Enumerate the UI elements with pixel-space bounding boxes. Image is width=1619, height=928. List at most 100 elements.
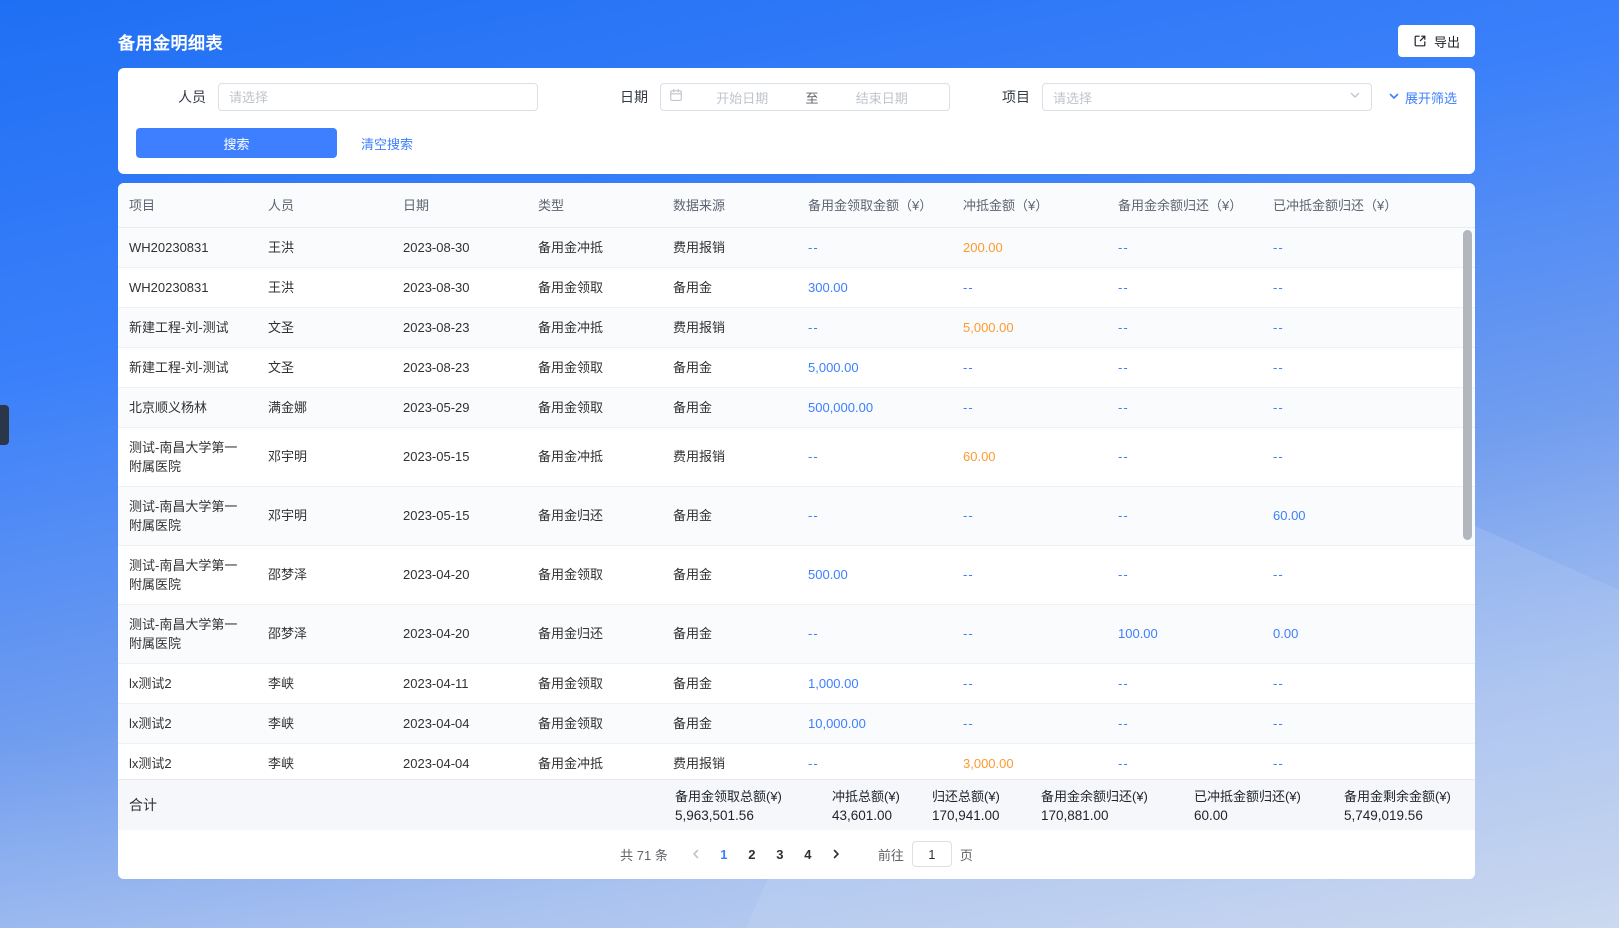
cell-balance-return: 100.00: [1107, 604, 1262, 663]
cell-offset-return: --: [1262, 545, 1475, 604]
summary-item-label: 已冲抵金额归还(¥): [1194, 786, 1344, 805]
cell-person: 王洪: [257, 267, 392, 307]
page-button-1[interactable]: 1: [710, 840, 738, 868]
cell-offset-amount: 60.00: [952, 427, 1107, 486]
cell-balance-return: --: [1107, 743, 1262, 779]
filter-row: 人员 日期 开始日期 至 结束日期: [136, 83, 1457, 111]
summary-item-label: 备用金余额归还(¥): [1041, 786, 1194, 805]
cell-balance-return: --: [1107, 663, 1262, 703]
table-row: WH20230831 王洪 2023-08-30 备用金冲抵 费用报销 -- 2…: [118, 228, 1475, 268]
table-row: lx测试2 李峡 2023-04-11 备用金领取 备用金 1,000.00 -…: [118, 663, 1475, 703]
export-button[interactable]: 导出: [1398, 25, 1475, 57]
table-header: 项目人员日期类型数据来源备用金领取金额（¥）冲抵金额（¥）备用金余额归还（¥）已…: [118, 183, 1475, 228]
cell-source: 备用金: [662, 267, 797, 307]
cell-person: 王洪: [257, 228, 392, 268]
cell-type: 备用金冲抵: [527, 743, 662, 779]
cell-person: 李峡: [257, 703, 392, 743]
cell-offset-return: --: [1262, 743, 1475, 779]
cell-project: WH20230831: [118, 228, 257, 268]
cell-received-amount: 500,000.00: [797, 387, 952, 427]
cell-received-amount: 10,000.00: [797, 703, 952, 743]
cell-date: 2023-04-20: [392, 604, 527, 663]
cell-type: 备用金领取: [527, 347, 662, 387]
cell-offset-amount: --: [952, 387, 1107, 427]
cell-received-amount: --: [797, 427, 952, 486]
chevron-down-icon: [1349, 88, 1361, 106]
page-button-2[interactable]: 2: [738, 840, 766, 868]
cell-received-amount: --: [797, 604, 952, 663]
summary-item: 备用金剩余金额(¥)5,749,019.56: [1344, 786, 1464, 823]
cell-offset-return: --: [1262, 703, 1475, 743]
cell-offset-return: --: [1262, 427, 1475, 486]
table-row: lx测试2 李峡 2023-04-04 备用金冲抵 费用报销 -- 3,000.…: [118, 743, 1475, 779]
summary-item: 归还总额(¥)170,941.00: [932, 786, 1041, 823]
column-header: 人员: [257, 183, 392, 227]
app-screen: 备用金明细表 导出 人员 日期: [0, 0, 1619, 928]
cell-offset-return: --: [1262, 663, 1475, 703]
cell-project: lx测试2: [118, 703, 257, 743]
table-row: 北京顺义杨林 满金娜 2023-05-29 备用金领取 备用金 500,000.…: [118, 387, 1475, 427]
cell-date: 2023-04-11: [392, 663, 527, 703]
cell-source: 费用报销: [662, 427, 797, 486]
summary-item-label: 备用金剩余金额(¥): [1344, 786, 1464, 805]
cell-received-amount: --: [797, 307, 952, 347]
cell-offset-amount: --: [952, 545, 1107, 604]
summary-item: 冲抵总额(¥)43,601.00: [832, 786, 932, 823]
table-row: WH20230831 王洪 2023-08-30 备用金领取 备用金 300.0…: [118, 267, 1475, 307]
cell-offset-return: 60.00: [1262, 486, 1475, 545]
pagination-bar: 共 71 条 1234 前往 页: [118, 830, 1475, 879]
expand-filters-label: 展开筛选: [1405, 88, 1457, 107]
cell-offset-amount: 5,000.00: [952, 307, 1107, 347]
page-button-3[interactable]: 3: [766, 840, 794, 868]
cell-project: 测试-南昌大学第一附属医院: [118, 486, 257, 545]
project-select[interactable]: 请选择: [1042, 83, 1372, 111]
summary-item-value: 43,601.00: [832, 808, 932, 823]
expand-filters-link[interactable]: 展开筛选: [1388, 88, 1457, 107]
summary-item-label: 备用金领取总额(¥): [675, 786, 832, 805]
cell-project: 北京顺义杨林: [118, 387, 257, 427]
cell-balance-return: --: [1107, 486, 1262, 545]
date-range-picker[interactable]: 开始日期 至 结束日期: [660, 83, 950, 111]
cell-date: 2023-05-29: [392, 387, 527, 427]
column-header: 备用金领取金额（¥）: [797, 183, 952, 227]
column-header: 项目: [118, 183, 257, 227]
cell-balance-return: --: [1107, 703, 1262, 743]
cell-person: 邵梦泽: [257, 545, 392, 604]
previous-page-button[interactable]: [682, 840, 710, 868]
date-filter: 日期 开始日期 至 结束日期: [620, 83, 950, 111]
table-card: 项目人员日期类型数据来源备用金领取金额（¥）冲抵金额（¥）备用金余额归还（¥）已…: [118, 183, 1475, 879]
cell-balance-return: --: [1107, 545, 1262, 604]
cell-type: 备用金领取: [527, 267, 662, 307]
summary-item-value: 170,881.00: [1041, 808, 1194, 823]
cell-offset-amount: --: [952, 267, 1107, 307]
goto-page-input[interactable]: [912, 841, 952, 867]
cell-offset-amount: --: [952, 604, 1107, 663]
goto-suffix: 页: [960, 845, 973, 864]
pagination-total-text: 共 71 条: [620, 845, 668, 864]
cell-project: 测试-南昌大学第一附属医院: [118, 545, 257, 604]
table-row: 新建工程-刘-测试 文圣 2023-08-23 备用金冲抵 费用报销 -- 5,…: [118, 307, 1475, 347]
search-button[interactable]: 搜索: [136, 128, 337, 158]
cell-offset-amount: 3,000.00: [952, 743, 1107, 779]
cell-project: lx测试2: [118, 663, 257, 703]
clear-search-link[interactable]: 清空搜索: [361, 134, 413, 153]
person-filter-label: 人员: [178, 87, 206, 107]
next-page-button[interactable]: [822, 840, 850, 868]
cell-person: 李峡: [257, 743, 392, 779]
cell-project: WH20230831: [118, 267, 257, 307]
cell-source: 备用金: [662, 545, 797, 604]
cell-offset-return: --: [1262, 307, 1475, 347]
export-icon: [1413, 34, 1427, 48]
table-scrollbar-thumb[interactable]: [1463, 230, 1472, 540]
person-select[interactable]: [218, 83, 538, 111]
cell-balance-return: --: [1107, 347, 1262, 387]
page-button-4[interactable]: 4: [794, 840, 822, 868]
summary-total-label: 合计: [129, 795, 675, 815]
cell-received-amount: --: [797, 228, 952, 268]
cell-person: 文圣: [257, 347, 392, 387]
side-drawer-handle[interactable]: [0, 405, 9, 445]
page-number-list: 1234: [710, 840, 822, 868]
cell-offset-amount: --: [952, 703, 1107, 743]
cell-person: 文圣: [257, 307, 392, 347]
column-header: 数据来源: [662, 183, 797, 227]
